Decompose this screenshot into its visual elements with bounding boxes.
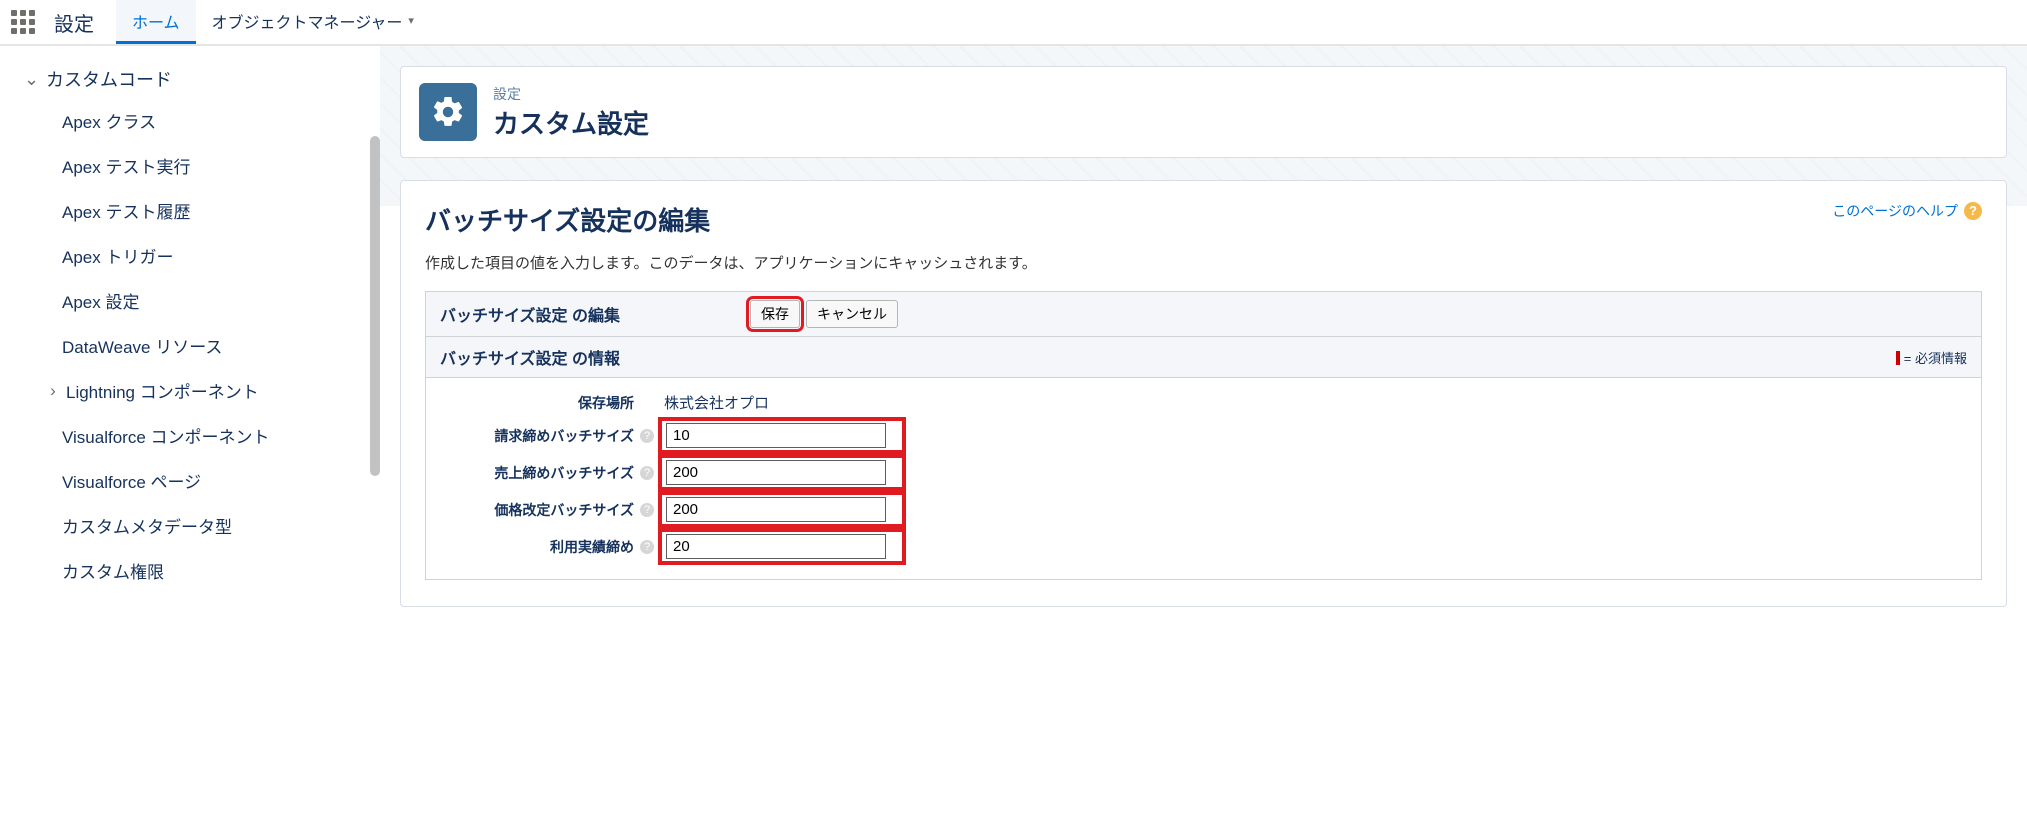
breadcrumb: 設定 [493, 84, 649, 104]
sidebar-item-apex-classes[interactable]: Apex クラス [16, 98, 380, 143]
price-revision-batch-size-input[interactable] [666, 497, 886, 522]
page-header: 設定 カスタム設定 [400, 66, 2007, 158]
app-launcher-icon[interactable] [0, 0, 46, 44]
chevron-right-icon: › [46, 381, 60, 401]
help-link-label: このページのヘルプ [1832, 201, 1958, 221]
sidebar-item-dataweave[interactable]: DataWeave リソース [16, 323, 380, 368]
field-label: 価格改定バッチサイズ [440, 500, 640, 520]
help-icon[interactable]: ? [640, 540, 654, 554]
edit-header: バッチサイズ設定 の編集 保存 キャンセル [426, 292, 1981, 337]
help-icon[interactable]: ? [640, 429, 654, 443]
sidebar-group-custom-code[interactable]: ⌄ カスタムコード [16, 60, 380, 98]
page-subtitle: バッチサイズ設定の編集 [425, 201, 1982, 238]
location-value: 株式会社オプロ [662, 392, 769, 413]
usage-closing-input[interactable] [666, 534, 886, 559]
sidebar-item-custom-metadata[interactable]: カスタムメタデータ型 [16, 503, 380, 548]
edit-panel: バッチサイズ設定 の編集 保存 キャンセル バッチサイズ設定 の情報 = 必須情… [425, 291, 1982, 580]
section-info-title: バッチサイズ設定 の情報 [440, 345, 620, 369]
sidebar-item-apex-settings[interactable]: Apex 設定 [16, 278, 380, 323]
sidebar-group-label: カスタムコード [46, 66, 172, 92]
sidebar: ⌄ カスタムコード Apex クラス Apex テスト実行 Apex テスト履歴… [0, 46, 380, 627]
chevron-down-icon: ⌄ [24, 69, 38, 90]
highlight-box [662, 495, 902, 524]
sidebar-item-custom-permissions[interactable]: カスタム権限 [16, 548, 380, 593]
form: 保存場所 株式会社オプロ 請求締めバッチサイズ ? 売上締めバッチサイズ ? [426, 378, 1981, 579]
tab-home[interactable]: ホーム [116, 0, 196, 44]
sidebar-item-apex-triggers[interactable]: Apex トリガー [16, 233, 380, 278]
topbar-tabs: ホーム オブジェクトマネージャー ▾ [116, 0, 430, 44]
sidebar-item-lightning-components[interactable]: › Lightning コンポーネント [16, 368, 380, 413]
tab-object-manager[interactable]: オブジェクトマネージャー ▾ [196, 0, 430, 44]
required-note: = 必須情報 [1896, 348, 1967, 367]
sidebar-item-apex-test-exec[interactable]: Apex テスト実行 [16, 143, 380, 188]
page-title: カスタム設定 [493, 104, 649, 141]
save-button[interactable]: 保存 [750, 300, 800, 328]
main-content: 設定 カスタム設定 このページのヘルプ ? バッチサイズ設定の編集 作成した項目… [380, 46, 2027, 627]
billing-batch-size-input[interactable] [666, 423, 886, 448]
sales-batch-size-input[interactable] [666, 460, 886, 485]
scrollbar[interactable] [370, 136, 380, 476]
field-label: 請求締めバッチサイズ [440, 426, 640, 446]
chevron-down-icon: ▾ [408, 14, 414, 27]
highlight-box [662, 421, 902, 450]
page-description: 作成した項目の値を入力します。このデータは、アプリケーションにキャッシュされます… [425, 252, 1982, 273]
sidebar-item-apex-test-history[interactable]: Apex テスト履歴 [16, 188, 380, 233]
field-label: 売上締めバッチサイズ [440, 463, 640, 483]
tab-label: ホーム [132, 9, 180, 33]
sidebar-item-visualforce-components[interactable]: Visualforce コンポーネント [16, 413, 380, 458]
field-label: 利用実績締め [440, 537, 640, 557]
content-card: このページのヘルプ ? バッチサイズ設定の編集 作成した項目の値を入力します。こ… [400, 180, 2007, 607]
topbar: 設定 ホーム オブジェクトマネージャー ▾ [0, 0, 2027, 46]
info-header: バッチサイズ設定 の情報 = 必須情報 [426, 337, 1981, 378]
highlight-box [662, 532, 902, 561]
question-icon: ? [1964, 202, 1982, 220]
tab-label: オブジェクトマネージャー [212, 9, 403, 33]
sidebar-item-visualforce-pages[interactable]: Visualforce ページ [16, 458, 380, 503]
help-icon[interactable]: ? [640, 503, 654, 517]
help-link[interactable]: このページのヘルプ ? [1832, 201, 1982, 221]
help-icon[interactable]: ? [640, 466, 654, 480]
highlight-box [662, 458, 902, 487]
section-edit-title: バッチサイズ設定 の編集 [440, 302, 620, 326]
app-title: 設定 [46, 0, 116, 44]
gear-icon [419, 83, 477, 141]
location-label: 保存場所 [440, 393, 640, 413]
cancel-button[interactable]: キャンセル [806, 300, 898, 328]
